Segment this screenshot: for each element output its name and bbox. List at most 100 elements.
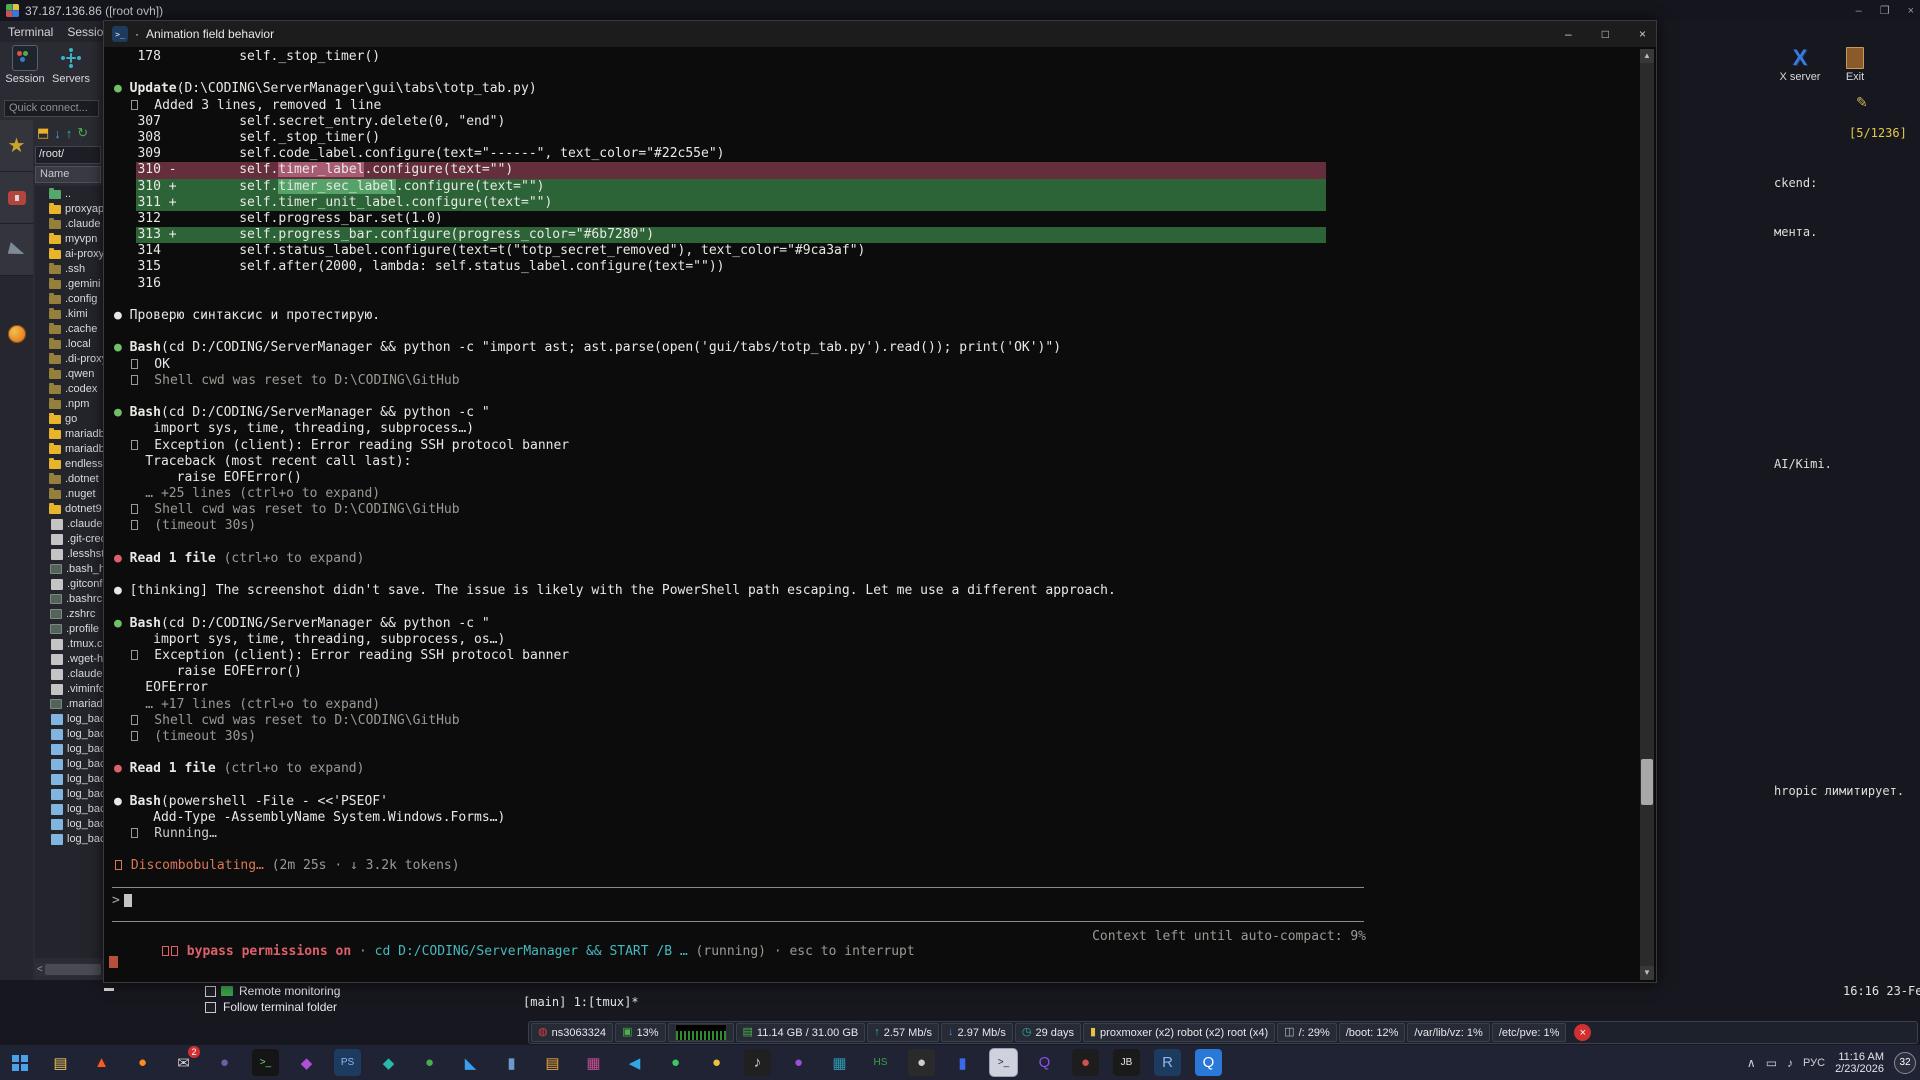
follow-terminal-folder-label[interactable]: Follow terminal folder <box>223 1000 337 1014</box>
session-button[interactable]: Session <box>2 45 48 85</box>
taskbar-icon-jetbrains[interactable]: JB <box>1113 1049 1140 1076</box>
taskbar-icon-terminal-blue[interactable]: ▮ <box>498 1049 525 1076</box>
refresh-icon[interactable]: ↻ <box>77 125 88 141</box>
file-list-item[interactable]: log_backu <box>35 771 103 786</box>
scrollbar-thumb[interactable] <box>1641 759 1653 805</box>
taskbar-clock[interactable]: 11:16 AM 2/23/2026 <box>1835 1051 1884 1075</box>
file-list-item[interactable]: log_backu <box>35 816 103 831</box>
file-list-item[interactable]: .bashrc <box>35 591 103 606</box>
taskbar-icon-app-q[interactable]: Q <box>1031 1049 1058 1076</box>
file-list-item[interactable]: .. <box>35 186 103 201</box>
exit-button[interactable]: Exit <box>1830 45 1880 83</box>
taskbar-icon-start[interactable] <box>6 1049 33 1076</box>
taskbar-icon-quicklook[interactable]: Q <box>1195 1049 1222 1076</box>
scroll-up-arrow[interactable]: ▲ <box>1640 49 1654 63</box>
hidden-icons-chevron[interactable]: ∧ <box>1747 1056 1756 1070</box>
moba-minimize-button[interactable]: – <box>1856 5 1862 17</box>
file-list-item[interactable]: dotnet9 <box>35 501 103 516</box>
window-minimize-button[interactable]: – <box>1565 27 1572 41</box>
file-list-item[interactable]: .claude <box>35 216 103 231</box>
file-list-item[interactable]: mariadb-c <box>35 441 103 456</box>
notification-badge[interactable]: 32 <box>1894 1052 1916 1074</box>
file-list-item[interactable]: .claude.js <box>35 666 103 681</box>
tab-network[interactable] <box>0 308 33 360</box>
taskbar-icon-app-blue-bar[interactable]: ▮ <box>949 1049 976 1076</box>
taskbar-icon-app-violet[interactable]: ● <box>211 1049 238 1076</box>
moba-maximize-button[interactable]: ❐ <box>1880 4 1890 17</box>
stat-cell[interactable]: ▮proxmoxer (x2) robot (x2) root (x4) <box>1083 1023 1275 1042</box>
taskbar-icon-app-teal-diamond[interactable]: ◆ <box>375 1049 402 1076</box>
taskbar-icon-app-red-dot[interactable]: ● <box>1072 1049 1099 1076</box>
file-list-item[interactable]: .local <box>35 336 103 351</box>
file-list-item[interactable]: .qwen <box>35 366 103 381</box>
window-titlebar[interactable]: >_ · Animation field behavior <box>104 21 1656 47</box>
file-list-item[interactable]: .viminfo <box>35 681 103 696</box>
display-icon[interactable]: ▭ <box>1766 1056 1777 1070</box>
tab-macros[interactable] <box>0 224 33 276</box>
file-list-item[interactable]: .dotnet <box>35 471 103 486</box>
file-list-item[interactable]: .wget-hs <box>35 651 103 666</box>
scroll-left-arrow[interactable]: < <box>35 964 45 975</box>
file-list-item[interactable]: .lesshst <box>35 546 103 561</box>
stat-cell[interactable]: ▤11.14 GB / 31.00 GB <box>736 1023 866 1042</box>
file-list-item[interactable]: .claude.j <box>35 516 103 531</box>
file-list-item[interactable]: .mariadb <box>35 696 103 711</box>
taskbar-icon-app-pink-grid[interactable]: ▦ <box>580 1049 607 1076</box>
stats-close-icon[interactable]: × <box>1574 1024 1591 1041</box>
file-list-item[interactable]: log_backu <box>35 801 103 816</box>
current-path-field[interactable]: /root/ <box>35 146 101 164</box>
taskbar-icon-hs-app[interactable]: HS <box>867 1049 894 1076</box>
taskbar-icon-app-r[interactable]: R <box>1154 1049 1181 1076</box>
stat-cell[interactable]: ↓2.97 Mb/s <box>941 1023 1013 1042</box>
taskbar-icon-music-app[interactable]: ♪ <box>744 1049 771 1076</box>
taskbar-icon-telegram[interactable]: ◀ <box>621 1049 648 1076</box>
taskbar-icon-file-explorer[interactable]: ▤ <box>47 1049 74 1076</box>
file-list-item[interactable]: ai-proxy- <box>35 246 103 261</box>
quick-connect-input[interactable]: Quick connect... <box>4 100 99 117</box>
file-list-item[interactable]: .profile <box>35 621 103 636</box>
file-list-item[interactable]: log_backu <box>35 711 103 726</box>
stat-cell[interactable]: /var/lib/vz: 1% <box>1407 1023 1489 1042</box>
file-list-item[interactable]: .cache <box>35 321 103 336</box>
window-scrollbar[interactable]: ▲ ▼ <box>1640 49 1654 980</box>
file-list-item[interactable]: .gitconfig <box>35 576 103 591</box>
file-list-item[interactable]: .di-proxy <box>35 351 103 366</box>
taskbar-icon-app-magenta[interactable]: ◆ <box>293 1049 320 1076</box>
tab-favorites[interactable]: ★ <box>0 120 33 172</box>
file-list-item[interactable]: .kimi <box>35 306 103 321</box>
stat-cell[interactable]: ◫/: 29% <box>1277 1023 1337 1042</box>
taskbar-icon-brave-browser[interactable]: ▲ <box>88 1049 115 1076</box>
file-list-item[interactable]: .zshrc <box>35 606 103 621</box>
taskbar-icon-firefox-browser[interactable]: ● <box>129 1049 156 1076</box>
tab-tools[interactable] <box>0 172 33 224</box>
volume-icon[interactable]: ♪ <box>1787 1056 1793 1070</box>
file-list-item[interactable]: .nuget <box>35 486 103 501</box>
file-list-item[interactable]: .gemini <box>35 276 103 291</box>
window-close-button[interactable]: × <box>1639 27 1646 41</box>
name-column-header[interactable]: Name <box>35 166 101 183</box>
scroll-down-arrow[interactable]: ▼ <box>1640 966 1654 980</box>
file-list-item[interactable]: mariadb-i <box>35 426 103 441</box>
taskbar-icon-app-purple-circle[interactable]: ● <box>785 1049 812 1076</box>
taskbar-icon-obs-studio[interactable]: ● <box>908 1049 935 1076</box>
prompt-line[interactable]: > <box>112 893 132 911</box>
moba-close-button[interactable]: × <box>1908 5 1914 17</box>
file-list-item[interactable]: .codex <box>35 381 103 396</box>
file-list-item[interactable]: myvpn <box>35 231 103 246</box>
xserver-button[interactable]: X X server <box>1775 45 1825 83</box>
upload-icon[interactable]: ↑ <box>66 126 73 141</box>
taskbar-icon-app-green-circle[interactable]: ● <box>416 1049 443 1076</box>
taskbar-icon-whatsapp[interactable]: ● <box>662 1049 689 1076</box>
stat-cell[interactable]: ↑2.57 Mb/s <box>867 1023 939 1042</box>
file-list-item[interactable]: .npm <box>35 396 103 411</box>
stat-cell[interactable]: ▣13% <box>615 1023 665 1042</box>
taskbar-icon-app-cyan-grid[interactable]: ▦ <box>826 1049 853 1076</box>
taskbar-icon-vscode[interactable]: ◣ <box>457 1049 484 1076</box>
stat-cell[interactable]: /boot: 12% <box>1339 1023 1406 1042</box>
file-list-item[interactable]: .bash_his <box>35 561 103 576</box>
download-icon[interactable]: ↓ <box>54 126 61 141</box>
follow-terminal-folder-checkbox[interactable] <box>205 1002 216 1013</box>
stat-cell[interactable]: ◍ns3063324 <box>531 1023 613 1042</box>
file-list-item[interactable]: log_backu <box>35 741 103 756</box>
folder-up-icon[interactable]: ⬒ <box>37 125 49 141</box>
